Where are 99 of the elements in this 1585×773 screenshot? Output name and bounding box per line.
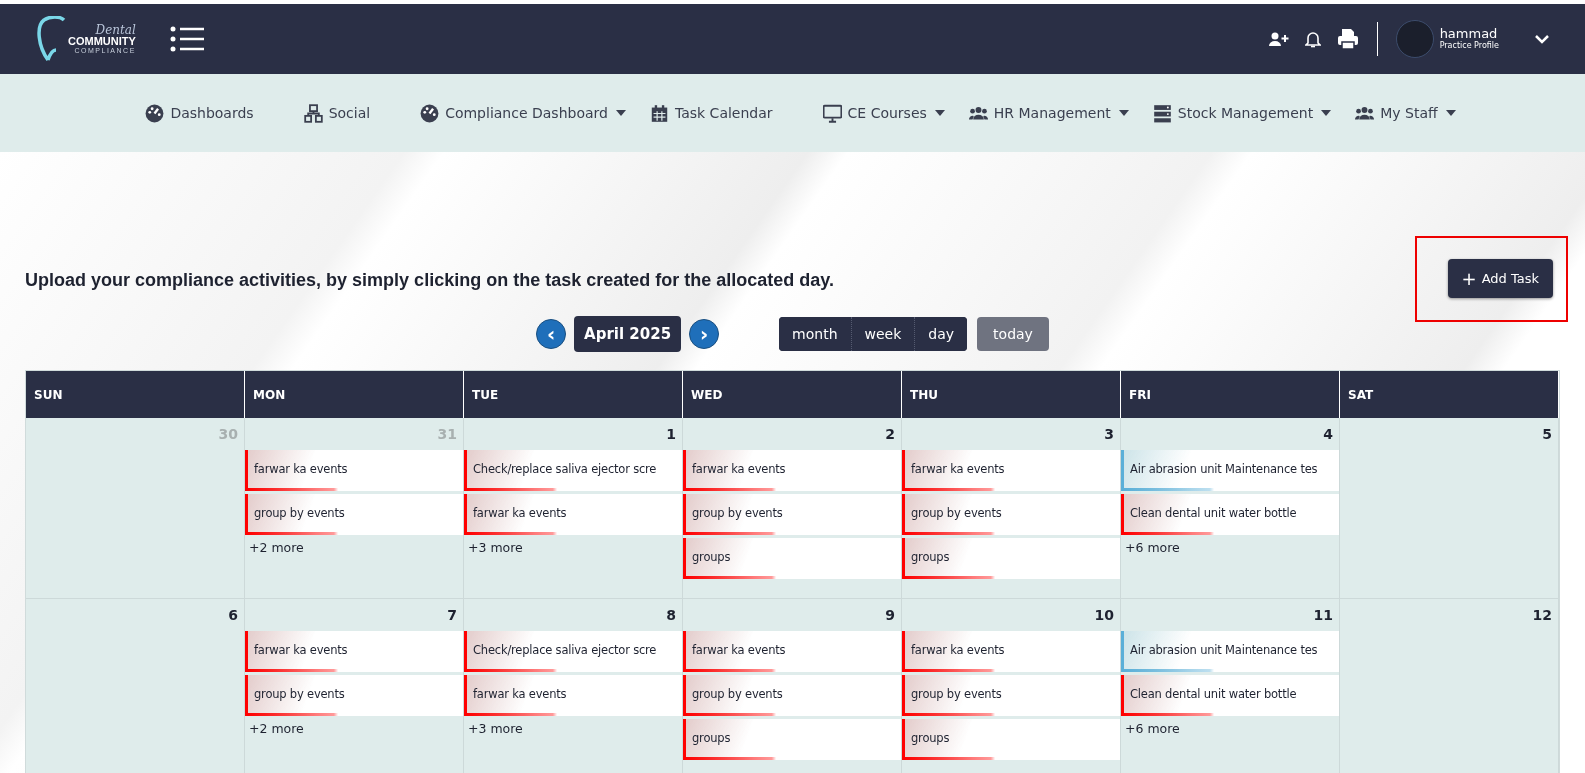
day-number: 5 [1542, 425, 1553, 444]
event-item[interactable]: groups [683, 719, 901, 760]
caret-down-icon [1445, 110, 1456, 116]
instruction-text: Upload your compliance activities, by simply clicking on the task created for the allocated day. [25, 270, 834, 291]
more-link[interactable]: +3 more [464, 719, 527, 738]
event-item[interactable]: Air abrasion unit Maintenance tes [1121, 631, 1339, 672]
day-number: 3 [1104, 425, 1115, 444]
more-link[interactable]: +2 more [245, 719, 308, 738]
more-link[interactable]: +3 more [464, 538, 527, 557]
day-cell[interactable]: 4 Air abrasion unit Maintenance tes Clean dental unit water bottle +6 more [1121, 418, 1340, 599]
event-item[interactable]: group by events [245, 675, 463, 716]
event-item[interactable]: farwar ka events [683, 450, 901, 491]
event-item[interactable]: group by events [902, 675, 1120, 716]
logo-script-text: Dental [95, 24, 136, 36]
event-item[interactable]: farwar ka events [464, 494, 682, 535]
nav-item[interactable]: My Staff [1380, 105, 1438, 121]
view-button[interactable]: day [914, 317, 968, 351]
event-item[interactable]: farwar ka events [902, 450, 1120, 491]
event-item[interactable]: groups [902, 538, 1120, 579]
event-item[interactable]: group by events [683, 494, 901, 535]
event-item[interactable]: group by events [245, 494, 463, 535]
nav-item[interactable]: HR Management [993, 105, 1111, 121]
day-cell[interactable]: 31 farwar ka events group by events +2 more [245, 418, 464, 599]
day-number: 30 [218, 425, 239, 444]
day-number: 31 [437, 425, 458, 444]
day-cell[interactable]: 3 farwar ka events group by events groups [902, 418, 1121, 599]
dashboard-icon [420, 103, 440, 123]
day-number: 4 [1323, 425, 1334, 444]
day-cell[interactable]: 12 [1340, 599, 1559, 773]
event-item[interactable]: Clean dental unit water bottle [1121, 675, 1339, 716]
event-item[interactable]: groups [902, 719, 1120, 760]
day-number: 9 [885, 606, 896, 625]
server-icon [1152, 103, 1172, 123]
caret-down-icon [615, 110, 626, 116]
month-title: April 2025 [574, 316, 682, 352]
day-number: 7 [447, 606, 458, 625]
day-number: 11 [1313, 606, 1334, 625]
day-cell[interactable]: 8 Check/replace saliva ejector scre farwar ka events +3 more [464, 599, 683, 773]
weekday-header: FRI [1121, 371, 1340, 418]
weekday-header: SAT [1340, 371, 1559, 418]
day-cell[interactable]: 1 Check/replace saliva ejector scre farwar ka events +3 more [464, 418, 683, 599]
day-cell[interactable]: 7 farwar ka events group by events +2 more [245, 599, 464, 773]
weekday-header: TUE [464, 371, 683, 418]
event-item[interactable]: groups [683, 538, 901, 579]
event-item[interactable]: Check/replace saliva ejector scre [464, 631, 682, 672]
event-item[interactable]: Check/replace saliva ejector scre [464, 450, 682, 491]
previous-button[interactable]: ‹ [536, 319, 567, 349]
day-cell[interactable]: 11 Air abrasion unit Maintenance tes Clean dental unit water bottle +6 more [1121, 599, 1340, 773]
dashboard-icon [145, 103, 165, 123]
nav-item[interactable]: CE Courses [847, 105, 927, 121]
caret-down-icon [1118, 110, 1129, 116]
nav-item[interactable]: Social [328, 105, 371, 121]
weekday-header: WED [683, 371, 902, 418]
user-role: Practice Profile [1439, 41, 1499, 51]
day-number: 1 [666, 425, 677, 444]
day-cell[interactable]: 9 farwar ka events group by events groups [683, 599, 902, 773]
event-item[interactable]: farwar ka events [902, 631, 1120, 672]
nav-item[interactable]: Compliance Dashboard [445, 105, 608, 121]
add-user-icon[interactable] [1268, 32, 1289, 46]
event-item[interactable]: group by events [902, 494, 1120, 535]
tooth-logo-icon [36, 16, 66, 62]
more-link[interactable]: +6 more [1121, 719, 1184, 738]
event-item[interactable]: Clean dental unit water bottle [1121, 494, 1339, 535]
caret-down-icon [934, 110, 945, 116]
event-item[interactable]: farwar ka events [683, 631, 901, 672]
day-number: 6 [228, 606, 239, 625]
bell-icon[interactable] [1304, 30, 1321, 48]
day-number: 10 [1094, 606, 1115, 625]
weekday-header: MON [245, 371, 464, 418]
more-link[interactable]: +2 more [245, 538, 308, 557]
nav-item[interactable]: Dashboards [170, 105, 254, 121]
day-cell[interactable]: 5 [1340, 418, 1559, 599]
event-item[interactable]: Air abrasion unit Maintenance tes [1121, 450, 1339, 491]
day-number: 8 [666, 606, 677, 625]
nav-item[interactable]: Task Calendar [674, 105, 773, 121]
day-cell[interactable]: 10 farwar ka events group by events groups [902, 599, 1121, 773]
logo-text: COMMUNITY [68, 36, 136, 47]
event-item[interactable]: group by events [683, 675, 901, 716]
sitemap-icon [303, 103, 323, 123]
chevron-down-icon[interactable] [1535, 34, 1549, 44]
weekday-header: SUN [26, 371, 245, 418]
caret-down-icon [1321, 110, 1332, 116]
day-cell[interactable]: 6 [26, 599, 245, 773]
event-item[interactable]: farwar ka events [464, 675, 682, 716]
user-name: hammad [1439, 27, 1498, 42]
add-task-button[interactable]: + Add Task [1447, 259, 1553, 298]
nav-item[interactable]: Stock Management [1177, 105, 1314, 121]
menu-icon[interactable] [169, 26, 204, 52]
monitor-icon [822, 103, 842, 123]
day-number: 12 [1532, 606, 1553, 625]
day-cell[interactable]: 2 farwar ka events group by events groups [683, 418, 902, 599]
day-number: 2 [885, 425, 896, 444]
calendar-icon [649, 103, 669, 123]
weekday-header: THU [902, 371, 1121, 418]
next-button[interactable]: › [689, 319, 720, 349]
event-item[interactable]: farwar ka events [245, 631, 463, 672]
event-item[interactable]: farwar ka events [245, 450, 463, 491]
printer-icon[interactable] [1336, 28, 1359, 50]
more-link[interactable]: +6 more [1121, 538, 1184, 557]
